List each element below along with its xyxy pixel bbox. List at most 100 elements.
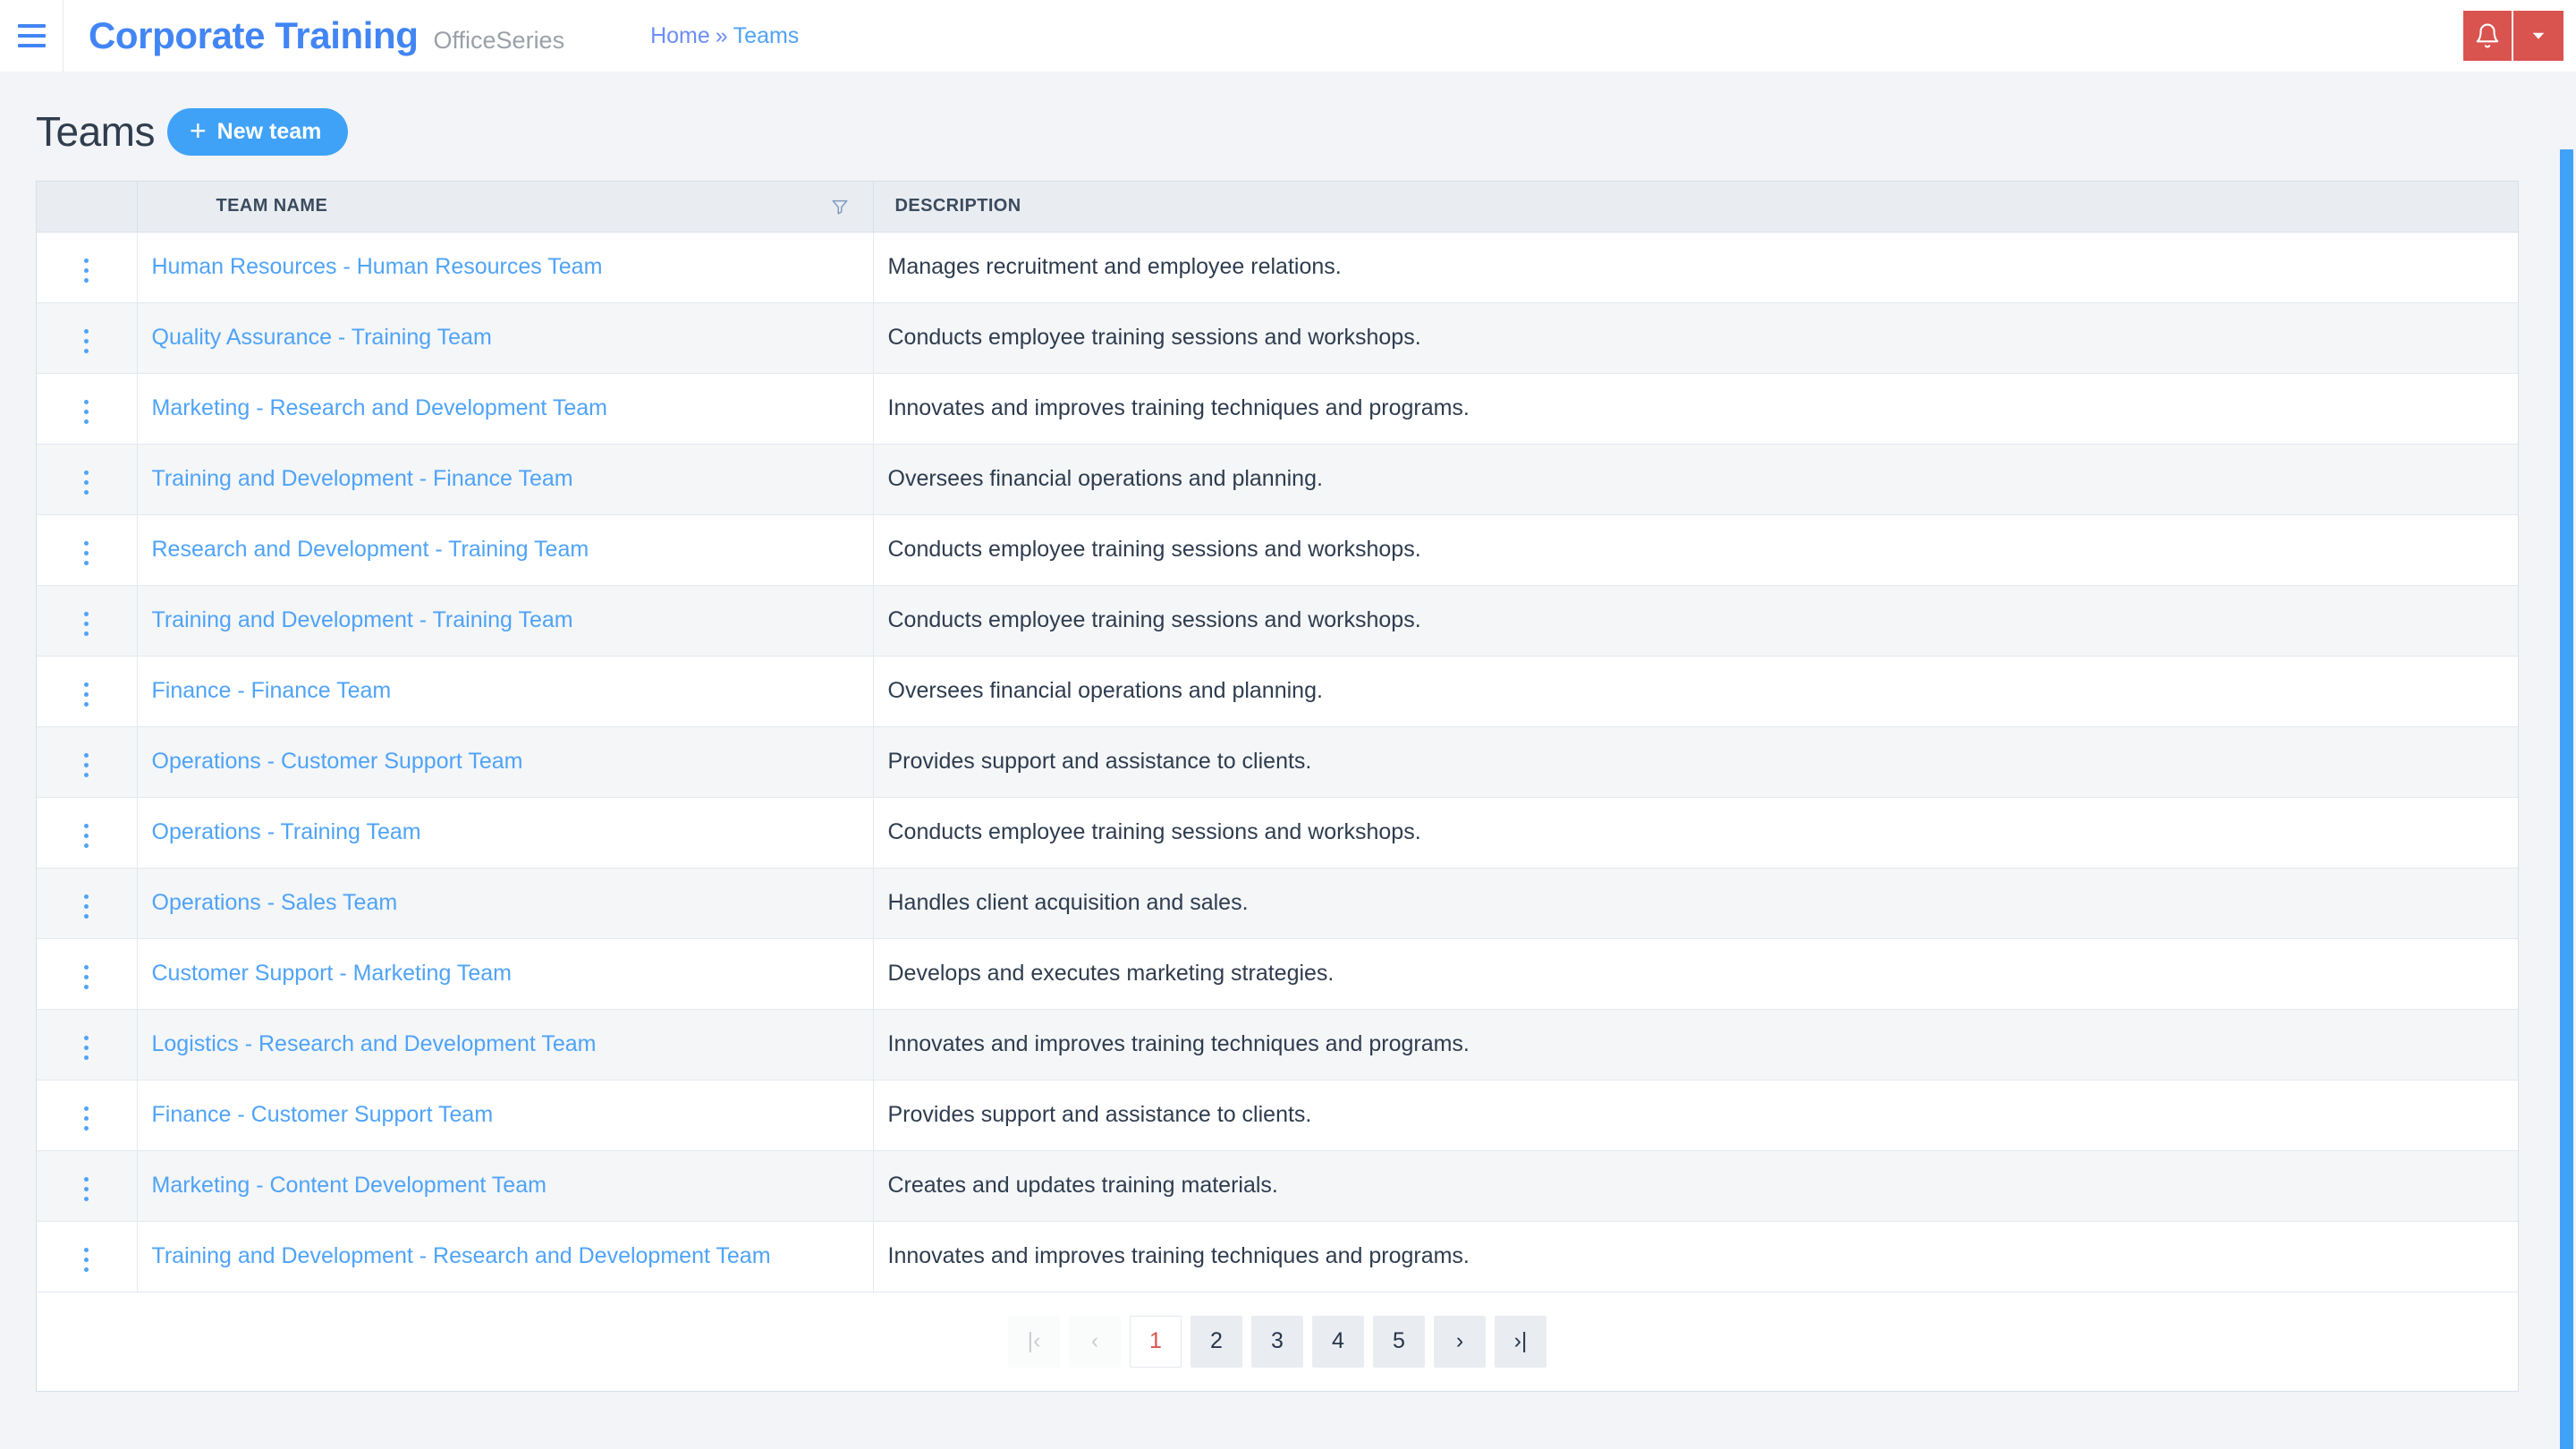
row-menu-cell [37,1009,138,1080]
vertical-dots-icon[interactable] [68,462,105,504]
row-menu-cell [37,1150,138,1222]
pagination-prev-button[interactable]: ‹ [1069,1315,1121,1368]
team-description-cell: Innovates and improves training techniqu… [873,373,2518,445]
vertical-dots-icon[interactable] [68,250,105,292]
team-name-link[interactable]: Operations - Customer Support Team [152,749,523,774]
pagination-next-button[interactable]: › [1434,1315,1486,1368]
team-name-link[interactable]: Marketing - Content Development Team [152,1173,547,1198]
team-name-link[interactable]: Finance - Customer Support Team [152,1102,494,1127]
team-name-link[interactable]: Quality Assurance - Training Team [152,325,492,350]
pagination-page-4[interactable]: 4 [1312,1315,1364,1368]
page-body: Teams + New team TEAM NAME DESCRIPTION H… [0,72,2576,1449]
row-menu-cell [37,1080,138,1151]
team-name-cell: Marketing - Research and Development Tea… [137,373,874,445]
vertical-dots-icon[interactable] [68,956,105,998]
vertical-dots-icon[interactable] [68,603,105,645]
pagination-page-5[interactable]: 5 [1373,1315,1425,1368]
column-header-description: DESCRIPTION [873,182,2518,233]
team-name-link[interactable]: Customer Support - Marketing Team [152,961,512,986]
team-name-cell: Research and Development - Training Team [137,514,874,586]
team-name-cell: Training and Development - Research and … [137,1221,874,1292]
team-name-link[interactable]: Marketing - Research and Development Tea… [152,395,608,420]
breadcrumb-current[interactable]: Teams [733,23,800,49]
teams-table: TEAM NAME DESCRIPTION Human Resources - … [37,182,2518,1292]
vertical-dots-icon[interactable] [68,674,105,716]
app-title[interactable]: Corporate Training [89,14,419,57]
row-menu-cell [37,373,138,445]
team-description-cell: Provides support and assistance to clien… [873,1080,2518,1151]
chevron-down-icon [2532,32,2545,39]
team-name-cell: Finance - Customer Support Team [137,1080,874,1151]
page-scrollbar[interactable] [2556,143,2576,1449]
team-name-cell: Operations - Training Team [137,797,874,869]
table-row: Finance - Finance Team Oversees financial… [37,656,2518,727]
team-description-cell: Oversees financial operations and planni… [873,656,2518,727]
team-name-link[interactable]: Training and Development - Training Team [152,607,573,632]
table-row: Human Resources - Human Resources Team Ma… [37,232,2518,303]
pagination-page-1[interactable]: 1 [1130,1315,1182,1368]
pagination: |‹ ‹ 12345 › ›| [37,1292,2518,1391]
row-menu-cell [37,444,138,515]
team-description-cell: Conducts employee training sessions and … [873,797,2518,869]
app-subtitle: OfficeSeries [433,27,565,54]
team-name-link[interactable]: Operations - Sales Team [152,890,398,915]
row-menu-cell [37,797,138,869]
table-header-row: TEAM NAME DESCRIPTION [37,182,2518,233]
table-body: Human Resources - Human Resources Team Ma… [37,232,2518,1292]
team-name-link[interactable]: Human Resources - Human Resources Team [152,254,603,279]
pagination-pages: 12345 [1130,1315,1425,1368]
new-team-button[interactable]: + New team [166,107,349,156]
team-name-link[interactable]: Training and Development - Finance Team [152,466,573,491]
pagination-page-2[interactable]: 2 [1191,1315,1242,1368]
brand: Corporate Training OfficeSeries [64,14,564,57]
row-menu-cell [37,938,138,1010]
table-row: Operations - Customer Support Team Provid… [37,726,2518,798]
team-name-link[interactable]: Finance - Finance Team [152,678,392,703]
table-row: Quality Assurance - Training Team Conduct… [37,302,2518,374]
notifications-button[interactable] [2463,11,2513,61]
account-dropdown-button[interactable] [2513,11,2563,61]
table-row: Operations - Training Team Conducts emplo… [37,797,2518,869]
hamburger-menu-icon[interactable] [0,0,63,72]
row-menu-cell [37,868,138,939]
vertical-dots-icon[interactable] [68,1168,105,1210]
team-description-cell: Conducts employee training sessions and … [873,302,2518,374]
pagination-page-3[interactable]: 3 [1251,1315,1303,1368]
column-header-team-name: TEAM NAME [137,182,874,233]
table-header: TEAM NAME DESCRIPTION [37,182,2518,233]
vertical-dots-icon[interactable] [68,1097,105,1140]
team-name-link[interactable]: Operations - Training Team [152,819,421,844]
table-row: Training and Development - Research and … [37,1221,2518,1292]
pagination-last-button[interactable]: ›| [1495,1315,1546,1368]
team-name-link[interactable]: Training and Development - Research and … [152,1243,771,1268]
row-menu-cell [37,1221,138,1292]
bell-icon [2476,23,2499,48]
vertical-dots-icon[interactable] [68,1027,105,1069]
team-name-cell: Operations - Sales Team [137,868,874,939]
page-title: Teams [36,108,155,155]
team-name-link[interactable]: Research and Development - Training Team [152,537,589,562]
team-name-cell: Finance - Finance Team [137,656,874,727]
vertical-dots-icon[interactable] [68,815,105,857]
breadcrumb-home[interactable]: Home [650,23,710,49]
table-row: Operations - Sales Team Handles client ac… [37,868,2518,939]
row-menu-cell [37,514,138,586]
team-name-cell: Customer Support - Marketing Team [137,938,874,1010]
vertical-dots-icon[interactable] [68,1239,105,1281]
pagination-first-button[interactable]: |‹ [1008,1315,1060,1368]
page-scrollbar-thumb[interactable] [2560,149,2573,1449]
row-menu-cell [37,302,138,374]
table-row: Training and Development - Finance Team O… [37,444,2518,515]
team-name-link[interactable]: Logistics - Research and Development Tea… [152,1031,597,1056]
vertical-dots-icon[interactable] [68,391,105,433]
vertical-dots-icon[interactable] [68,532,105,574]
column-header-menu [37,182,138,233]
team-description-cell: Oversees financial operations and planni… [873,444,2518,515]
hamburger-line [17,34,46,38]
table-row: Finance - Customer Support Team Provides … [37,1080,2518,1151]
vertical-dots-icon[interactable] [68,744,105,786]
hamburger-line [17,44,46,47]
vertical-dots-icon[interactable] [68,886,105,928]
filter-icon[interactable] [830,197,850,216]
vertical-dots-icon[interactable] [68,320,105,362]
